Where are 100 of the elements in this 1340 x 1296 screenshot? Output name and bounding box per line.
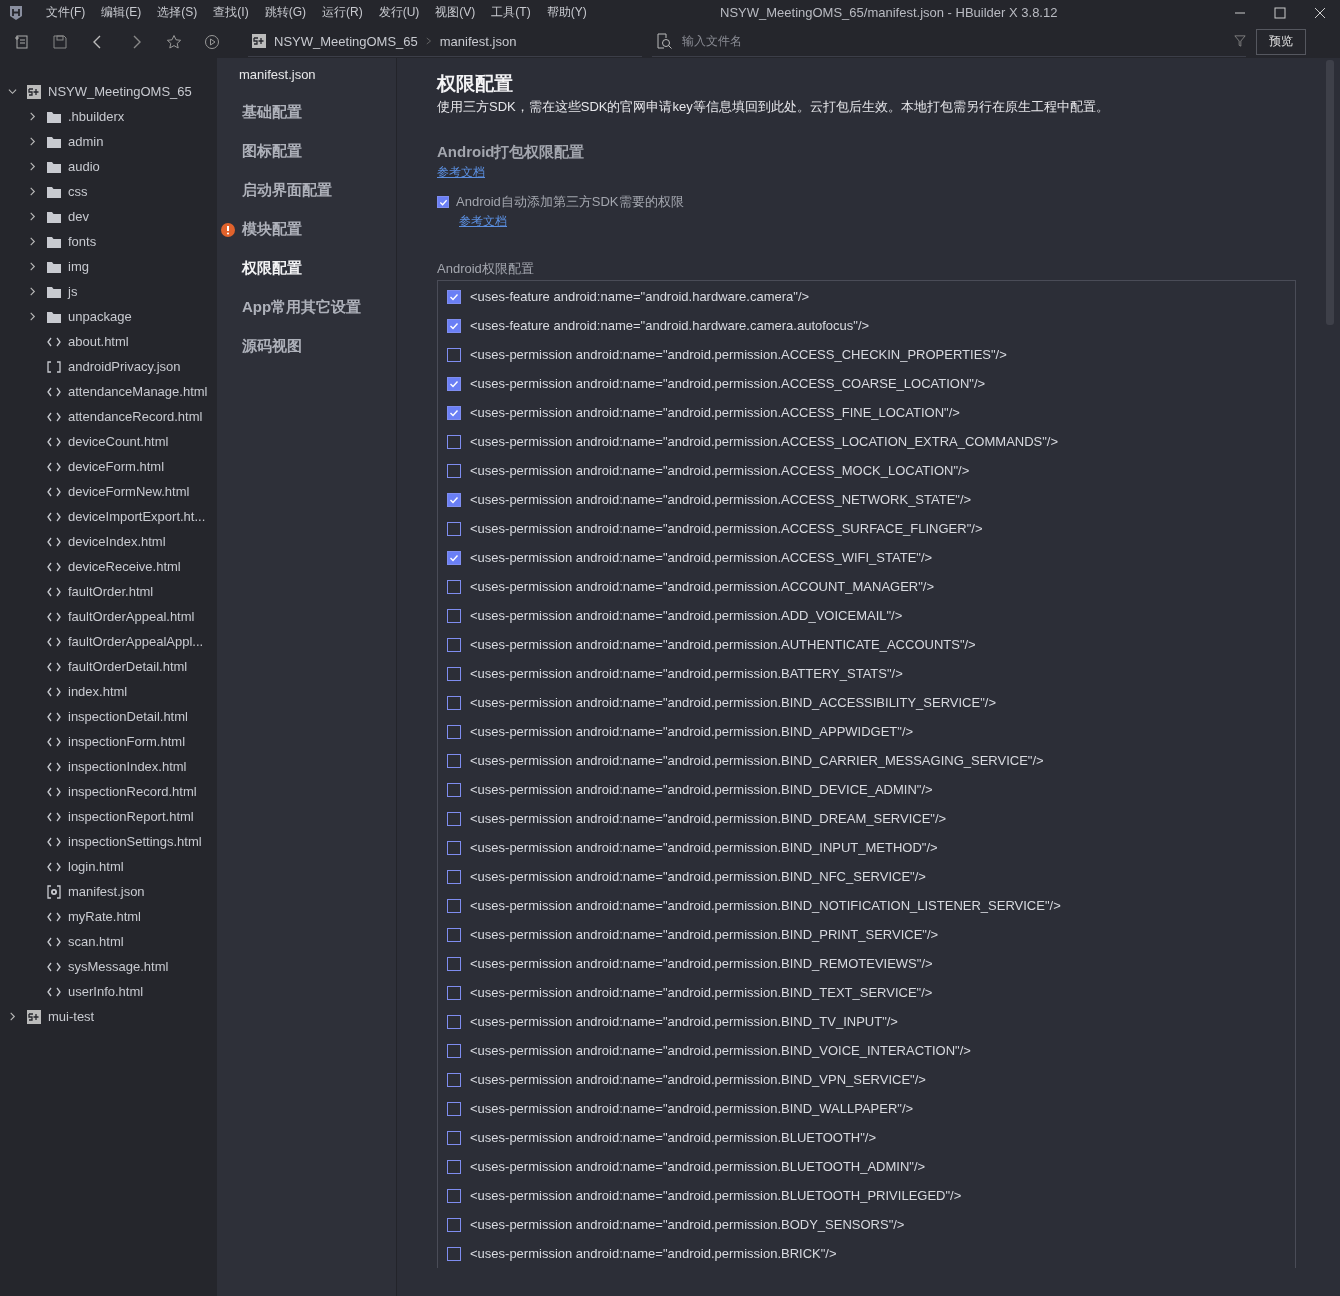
chevron-right-icon[interactable] xyxy=(27,237,37,246)
checkbox[interactable] xyxy=(447,376,461,391)
folder-name[interactable]: css xyxy=(68,184,88,199)
file-name[interactable]: inspectionForm.html xyxy=(68,734,186,749)
run-icon[interactable] xyxy=(204,33,220,50)
menu-item[interactable]: 跳转(G) xyxy=(256,4,314,21)
close-icon[interactable] xyxy=(1314,6,1326,19)
file-name[interactable]: index.html xyxy=(68,684,128,699)
filter-icon[interactable] xyxy=(1234,35,1246,47)
breadcrumb-item[interactable]: NSYW_MeetingOMS_65 xyxy=(274,33,418,49)
checkbox[interactable] xyxy=(447,289,461,304)
checkbox[interactable] xyxy=(447,695,461,710)
chevron-right-icon[interactable] xyxy=(27,162,37,171)
checkbox[interactable] xyxy=(447,840,461,855)
checkbox[interactable] xyxy=(447,347,461,362)
nav-item[interactable]: 权限配置 xyxy=(242,259,302,278)
file-name[interactable]: attendanceManage.html xyxy=(68,384,208,399)
file-name[interactable]: inspectionDetail.html xyxy=(68,709,188,724)
chevron-right-icon[interactable] xyxy=(27,212,37,221)
file-name[interactable]: faultOrder.html xyxy=(68,584,154,599)
checkbox[interactable] xyxy=(447,753,461,768)
menu-item[interactable]: 文件(F) xyxy=(38,4,94,21)
checkbox[interactable] xyxy=(447,637,461,652)
checkbox[interactable] xyxy=(447,927,461,942)
checkbox[interactable] xyxy=(447,898,461,913)
file-name[interactable]: inspectionReport.html xyxy=(68,809,194,824)
checkbox[interactable] xyxy=(447,1130,461,1145)
checkbox[interactable] xyxy=(447,1101,461,1116)
checkbox[interactable] xyxy=(447,811,461,826)
checkbox[interactable] xyxy=(447,985,461,1000)
search-field[interactable]: 输入文件名 xyxy=(652,26,1246,57)
docs-link[interactable]: 参考文档 xyxy=(437,164,485,181)
nav-item[interactable]: 源码视图 xyxy=(242,337,302,356)
file-name[interactable]: deviceCount.html xyxy=(68,434,169,449)
nav-item[interactable]: 启动界面配置 xyxy=(242,181,332,200)
save-icon[interactable] xyxy=(52,33,68,50)
menu-item[interactable]: 查找(I) xyxy=(205,4,257,21)
checkbox[interactable] xyxy=(447,782,461,797)
file-name[interactable]: faultOrderDetail.html xyxy=(68,659,188,674)
folder-name[interactable]: js xyxy=(68,284,78,299)
checkbox[interactable] xyxy=(447,1188,461,1203)
file-name[interactable]: androidPrivacy.json xyxy=(68,359,181,374)
checkbox[interactable] xyxy=(447,1217,461,1232)
menu-item[interactable]: 工具(T) xyxy=(483,4,539,21)
project-name[interactable]: mui-test xyxy=(48,1009,95,1024)
checkbox[interactable] xyxy=(447,463,461,478)
file-name[interactable]: deviceForm.html xyxy=(68,459,165,474)
checkbox[interactable] xyxy=(447,956,461,971)
file-name[interactable]: attendanceRecord.html xyxy=(68,409,203,424)
file-name[interactable]: deviceImportExport.ht... xyxy=(68,509,206,524)
file-name[interactable]: deviceFormNew.html xyxy=(68,484,190,499)
checkbox[interactable] xyxy=(447,405,461,420)
checkbox[interactable] xyxy=(447,1246,461,1261)
chevron-right-icon[interactable] xyxy=(27,187,37,196)
folder-name[interactable]: img xyxy=(68,259,89,274)
nav-item[interactable]: App常用其它设置 xyxy=(242,298,362,317)
file-name[interactable]: inspectionSettings.html xyxy=(68,834,202,849)
docs-link[interactable]: 参考文档 xyxy=(459,213,507,230)
menu-item[interactable]: 运行(R) xyxy=(314,4,371,21)
folder-name[interactable]: admin xyxy=(68,134,104,149)
menu-item[interactable]: 编辑(E) xyxy=(93,4,150,21)
project-name[interactable]: NSYW_MeetingOMS_65 xyxy=(48,84,192,99)
file-name[interactable]: about.html xyxy=(68,334,129,349)
folder-name[interactable]: unpackage xyxy=(68,309,132,324)
checkbox[interactable] xyxy=(447,550,461,565)
file-name[interactable]: myRate.html xyxy=(68,909,141,924)
checkbox[interactable] xyxy=(447,521,461,536)
file-name[interactable]: deviceIndex.html xyxy=(68,534,166,549)
folder-name[interactable]: .hbuilderx xyxy=(68,109,125,124)
file-name[interactable]: inspectionIndex.html xyxy=(68,759,187,774)
checkbox[interactable] xyxy=(447,579,461,594)
menu-item[interactable]: 选择(S) xyxy=(149,4,206,21)
file-name[interactable]: userInfo.html xyxy=(68,984,144,999)
nav-item[interactable]: 图标配置 xyxy=(242,142,302,161)
chevron-right-icon[interactable] xyxy=(27,287,37,296)
menu-item[interactable]: 发行(U) xyxy=(370,4,428,21)
folder-name[interactable]: audio xyxy=(68,159,100,174)
checkbox[interactable] xyxy=(447,869,461,884)
star-icon[interactable] xyxy=(166,33,182,50)
chevron-right-icon[interactable] xyxy=(27,112,37,121)
chevron-right-icon[interactable] xyxy=(7,1012,17,1021)
checkbox[interactable] xyxy=(447,608,461,623)
checkbox[interactable] xyxy=(447,318,461,333)
checkbox[interactable] xyxy=(447,492,461,507)
checkbox[interactable] xyxy=(447,434,461,449)
checkbox[interactable] xyxy=(447,1159,461,1174)
file-name[interactable]: sysMessage.html xyxy=(68,959,169,974)
breadcrumb-item[interactable]: manifest.json xyxy=(439,33,517,49)
new-file-icon[interactable] xyxy=(14,33,30,50)
chevron-right-icon[interactable] xyxy=(27,312,37,321)
file-name[interactable]: deviceReceive.html xyxy=(68,559,181,574)
file-name[interactable]: scan.html xyxy=(68,934,124,949)
menu-item[interactable]: 帮助(Y) xyxy=(538,4,595,21)
checkbox[interactable] xyxy=(447,724,461,739)
folder-name[interactable]: fonts xyxy=(68,234,97,249)
chevron-right-icon[interactable] xyxy=(27,262,37,271)
maximize-icon[interactable] xyxy=(1274,6,1286,19)
preview-button[interactable]: 预览 xyxy=(1256,28,1306,55)
checkbox[interactable] xyxy=(447,1014,461,1029)
checkbox[interactable] xyxy=(447,1072,461,1087)
